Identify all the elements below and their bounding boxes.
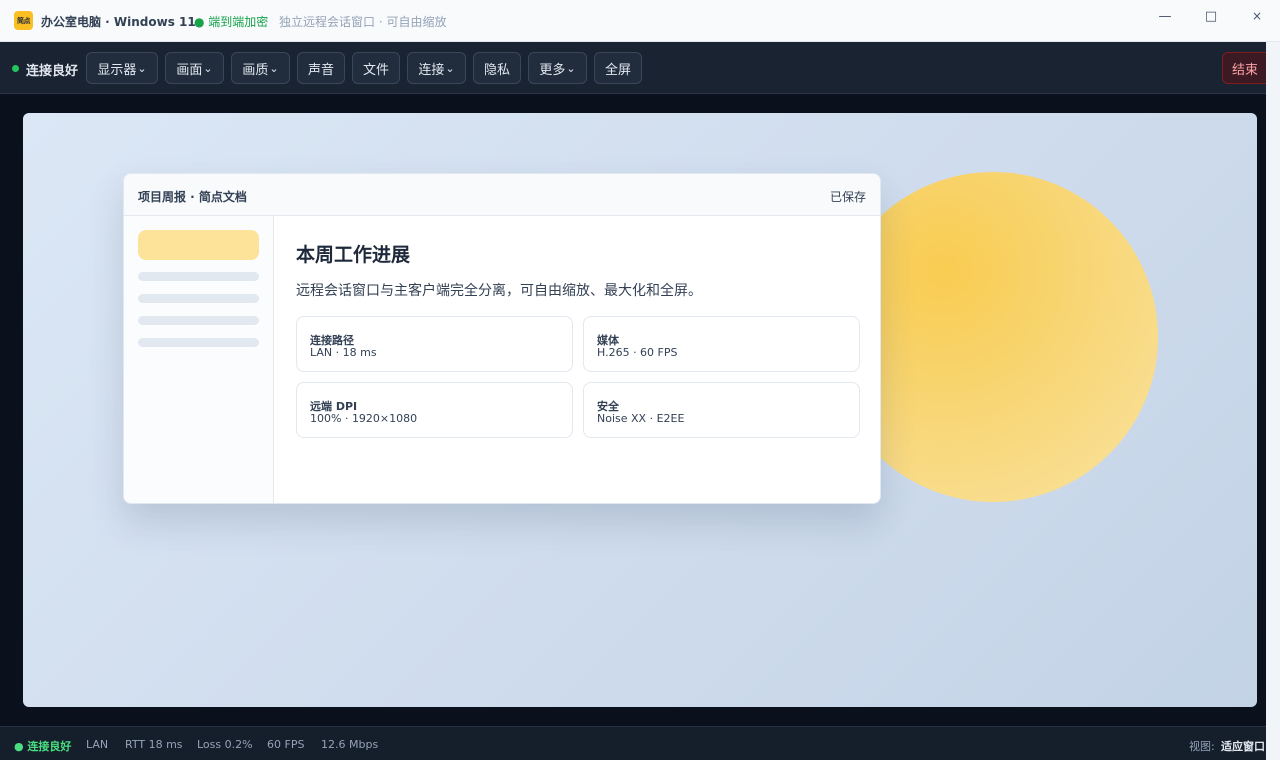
- sidebar-item-placeholder[interactable]: [138, 316, 259, 325]
- document-heading: 本周工作进展: [296, 244, 411, 266]
- connection-menu-button[interactable]: 连接 ⌄: [407, 52, 466, 84]
- maximize-button[interactable]: □: [1191, 6, 1231, 26]
- window-subtitle: 独立远程会话窗口 · 可自由缩放: [279, 15, 447, 29]
- view-mode-label: 视图:: [1189, 740, 1215, 753]
- remote-desktop[interactable]: 项目周报 · 简点文档 已保存 本周工作进展 远程会话窗口与主客户端完全分离，可…: [23, 113, 1257, 707]
- files-button-label: 文件: [363, 62, 390, 78]
- minimize-button[interactable]: —: [1145, 6, 1185, 26]
- status-network: LAN: [86, 738, 109, 751]
- app-logo: 简点: [14, 11, 33, 30]
- display-menu-button[interactable]: 显示器 ⌄: [86, 52, 158, 84]
- info-card-security: 安全 Noise XX · E2EE: [583, 382, 860, 438]
- window-title: 办公室电脑 · Windows 11: [41, 15, 196, 29]
- card-value: 100% · 1920×1080: [310, 412, 418, 425]
- sidebar-item-placeholder[interactable]: [138, 338, 259, 347]
- info-card-remote-dpi: 远端 DPI 100% · 1920×1080: [296, 382, 573, 438]
- privacy-button[interactable]: 隐私: [473, 52, 521, 84]
- document-header: 项目周报 · 简点文档 已保存: [124, 174, 880, 216]
- card-value: Noise XX · E2EE: [597, 412, 685, 425]
- status-loss: Loss 0.2%: [197, 738, 253, 751]
- privacy-button-label: 隐私: [484, 62, 511, 78]
- connection-menu-label: 连接: [418, 62, 445, 78]
- info-card-connection-path: 连接路径 LAN · 18 ms: [296, 316, 573, 372]
- connection-status-dot: [12, 65, 19, 72]
- chevron-down-icon: ⌄: [566, 61, 576, 75]
- fullscreen-button-label: 全屏: [605, 62, 632, 78]
- screen-menu-label: 画面: [176, 62, 203, 78]
- sidebar-item-placeholder[interactable]: [138, 294, 259, 303]
- close-button[interactable]: ×: [1237, 6, 1277, 26]
- window-titlebar: 简点 办公室电脑 · Windows 11 ● 端到端加密 独立远程会话窗口 ·…: [0, 0, 1280, 42]
- screen-menu-button[interactable]: 画面 ⌄: [165, 52, 224, 84]
- saved-status: 已保存: [829, 190, 866, 204]
- status-fps: 60 FPS: [267, 738, 305, 751]
- window-edge-strip: [1266, 42, 1280, 760]
- files-button[interactable]: 文件: [352, 52, 400, 84]
- document-paragraph: 远程会话窗口与主客户端完全分离，可自由缩放、最大化和全屏。: [296, 283, 702, 299]
- status-rtt: RTT 18 ms: [125, 738, 183, 751]
- status-connection: ● 连接良好: [14, 740, 72, 753]
- info-card-media: 媒体 H.265 · 60 FPS: [583, 316, 860, 372]
- view-mode-select[interactable]: 适应窗口: [1221, 738, 1265, 754]
- session-statusbar: ● 连接良好 LAN RTT 18 ms Loss 0.2% 60 FPS 12…: [0, 726, 1266, 760]
- end-session-button[interactable]: 结束: [1222, 52, 1268, 84]
- document-title: 项目周报 · 简点文档: [138, 190, 247, 204]
- quality-menu-label: 画质: [242, 62, 269, 78]
- display-menu-label: 显示器: [97, 62, 137, 78]
- chevron-down-icon: ⌄: [137, 61, 147, 75]
- more-menu-button[interactable]: 更多 ⌄: [528, 52, 587, 84]
- chevron-down-icon: ⌄: [269, 61, 279, 75]
- document-sidebar: [124, 216, 274, 503]
- connection-status-label: 连接良好: [26, 64, 79, 79]
- card-value: H.265 · 60 FPS: [597, 346, 678, 359]
- sidebar-item-active[interactable]: [138, 230, 259, 260]
- document-window[interactable]: 项目周报 · 简点文档 已保存 本周工作进展 远程会话窗口与主客户端完全分离，可…: [123, 173, 881, 504]
- card-value: LAN · 18 ms: [310, 346, 377, 359]
- chevron-down-icon: ⌄: [203, 61, 213, 75]
- sidebar-item-placeholder[interactable]: [138, 272, 259, 281]
- session-toolbar: 连接良好 显示器 ⌄ 画面 ⌄ 画质 ⌄ 声音 文件 连接 ⌄ 隐私 更多 ⌄ 全屏 结束: [0, 42, 1280, 94]
- audio-button-label: 声音: [308, 62, 335, 78]
- more-menu-label: 更多: [539, 62, 566, 78]
- status-bitrate: 12.6 Mbps: [321, 738, 379, 751]
- chevron-down-icon: ⌄: [445, 61, 455, 75]
- fullscreen-button[interactable]: 全屏: [594, 52, 642, 84]
- encryption-badge: ● 端到端加密: [194, 15, 269, 29]
- quality-menu-button[interactable]: 画质 ⌄: [231, 52, 290, 84]
- audio-button[interactable]: 声音: [297, 52, 345, 84]
